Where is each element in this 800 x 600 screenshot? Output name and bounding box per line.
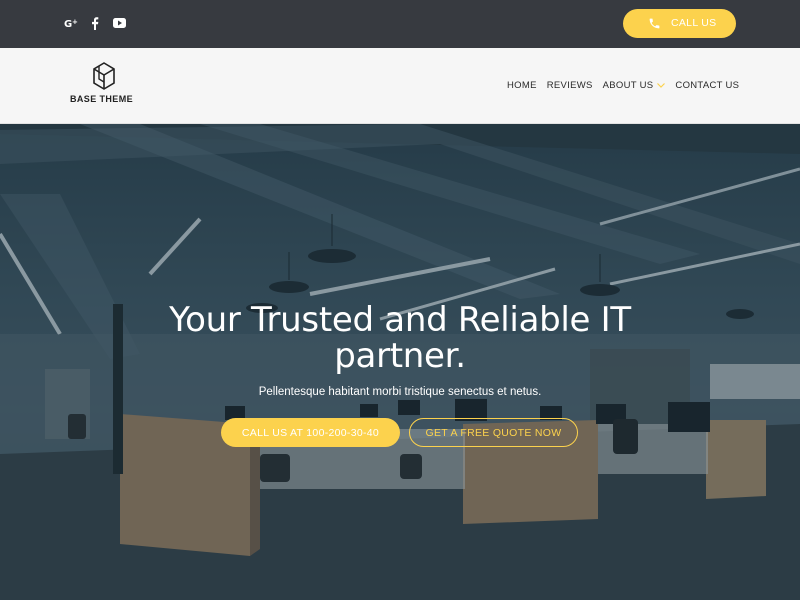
svg-text:G: G <box>64 19 72 29</box>
hero-title: Your Trusted and Reliable IT partner. <box>169 300 631 376</box>
nav-item-home[interactable]: HOME <box>507 80 537 91</box>
site-logo[interactable]: BASE THEME <box>70 60 140 110</box>
nav-item-reviews[interactable]: REVIEWS <box>547 80 593 91</box>
call-us-button[interactable]: CALL US <box>623 9 736 38</box>
social-links: G + <box>64 16 126 30</box>
site-header: BASE THEME HOME REVIEWS ABOUT US CONTACT… <box>0 48 800 124</box>
chevron-down-icon <box>657 83 666 88</box>
nav-item-contact-us[interactable]: CONTACT US <box>675 80 739 91</box>
hero-section: Your Trusted and Reliable IT partner. Pe… <box>0 124 800 600</box>
nav-item-label: CONTACT US <box>675 80 740 91</box>
phone-icon <box>649 18 660 29</box>
top-bar: G + CALL US <box>0 0 800 48</box>
cube-logo-icon <box>93 62 115 90</box>
facebook-icon[interactable] <box>88 16 102 30</box>
call-us-phone-button[interactable]: CALL US AT 100-200-30-40 <box>221 418 400 447</box>
hero-subtitle: Pellentesque habitant morbi tristique se… <box>258 386 542 398</box>
nav-item-about-us[interactable]: ABOUT US <box>603 80 666 91</box>
nav-item-label: REVIEWS <box>546 80 593 91</box>
logo-text: BASE THEME <box>70 94 134 104</box>
youtube-icon[interactable] <box>112 16 126 30</box>
free-quote-button[interactable]: GET A FREE QUOTE NOW <box>409 418 578 447</box>
svg-text:+: + <box>72 18 78 26</box>
call-us-label: CALL US <box>671 17 717 29</box>
google-plus-icon[interactable]: G + <box>64 16 78 30</box>
main-nav: HOME REVIEWS ABOUT US CONTACT US <box>507 80 739 91</box>
nav-item-label: HOME <box>507 80 537 91</box>
nav-item-label: ABOUT US <box>602 80 654 91</box>
